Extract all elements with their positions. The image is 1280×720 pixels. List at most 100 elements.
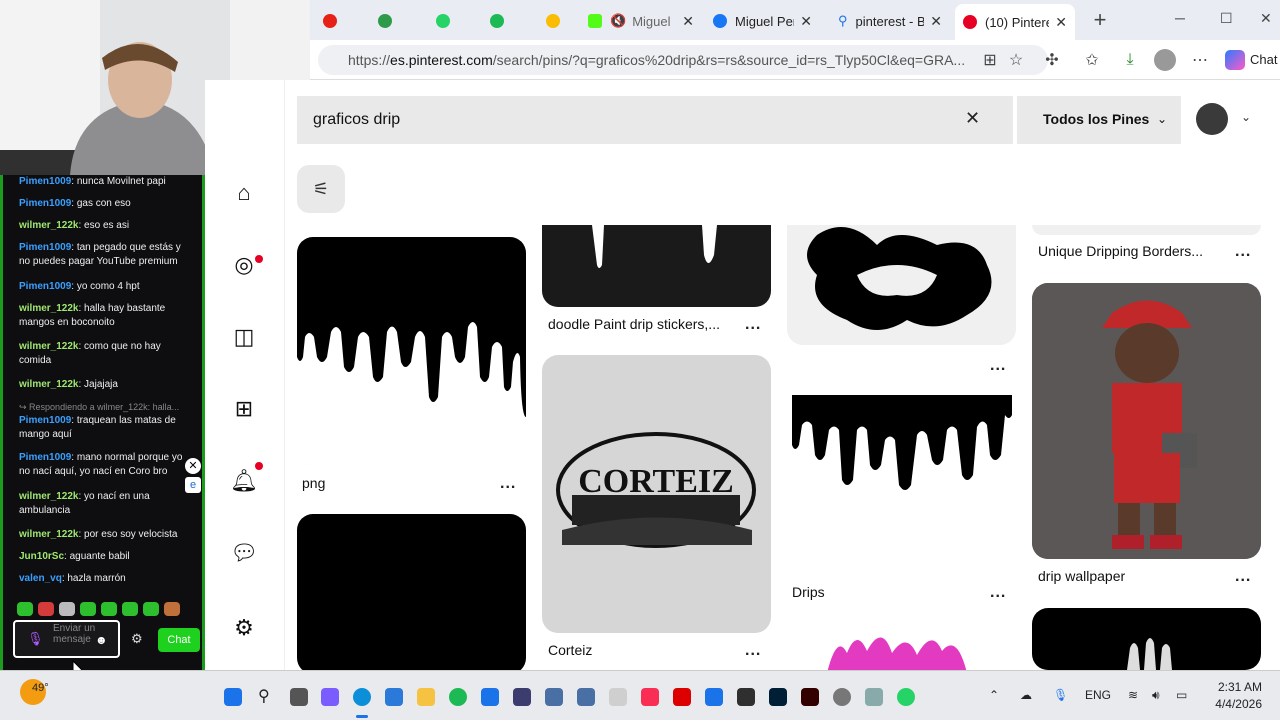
pin-image-corteiz[interactable]: CORTEIZ (542, 355, 771, 633)
home-icon[interactable]: ⌂ (229, 178, 259, 208)
onedrive-icon[interactable]: ☁ (1020, 688, 1032, 702)
music-icon[interactable] (641, 688, 659, 706)
security-icon[interactable] (481, 688, 499, 706)
app-icon[interactable] (609, 688, 627, 706)
chat-username[interactable]: Pimen1009 (19, 281, 71, 292)
pin-image-png[interactable] (297, 237, 526, 466)
more-options-icon[interactable]: ... (745, 642, 761, 660)
chat-username[interactable]: wilmer_122k (19, 491, 79, 502)
pin-image-doodle-drip[interactable] (542, 225, 771, 307)
app-icon[interactable] (577, 688, 595, 706)
app-icon[interactable] (513, 688, 531, 706)
acrobat-icon[interactable] (673, 688, 691, 706)
close-icon[interactable]: ✕ (682, 13, 694, 30)
pin-image-drips[interactable] (787, 385, 1016, 575)
pin-image-drip-wallpaper[interactable] (1032, 283, 1261, 559)
chat-username[interactable]: Pimen1009 (19, 242, 71, 253)
pin-type-dropdown[interactable]: Todos los Pines ⌄ (1017, 96, 1181, 144)
close-window-icon[interactable]: ✕ (1260, 10, 1272, 27)
chat-send-button[interactable]: Chat (158, 628, 200, 652)
wifi-icon[interactable]: ≋ (1128, 688, 1138, 702)
avatar[interactable] (1196, 103, 1228, 135)
task-view-icon[interactable] (290, 688, 308, 706)
new-tab-icon[interactable]: + (1088, 7, 1112, 32)
close-icon[interactable]: ✕ (930, 13, 942, 30)
tab-globe[interactable] (370, 6, 400, 36)
emoji-icon[interactable]: ☻ (95, 633, 108, 647)
bell-icon[interactable]: 🔔︎ (229, 466, 259, 496)
illustrator-icon[interactable] (801, 688, 819, 706)
emote-icon[interactable] (80, 602, 96, 616)
minimize-icon[interactable]: ─ (1175, 10, 1185, 26)
emote-icon[interactable] (164, 602, 180, 616)
chat-username[interactable]: wilmer_122k (19, 529, 79, 540)
microphone-icon[interactable]: 🎙︎ (27, 631, 44, 647)
chat-username[interactable]: wilmer_122k (19, 303, 79, 314)
pin-title[interactable]: drip wallpaper (1038, 568, 1125, 584)
gear-icon[interactable]: ⚙ (131, 631, 143, 647)
chat-username[interactable]: wilmer_122k (19, 220, 79, 231)
more-options-icon[interactable]: ... (990, 357, 1006, 375)
pin-image-splatter[interactable] (787, 225, 1016, 345)
file-explorer-icon[interactable] (417, 688, 435, 706)
pin-image-borders-top[interactable] (1032, 225, 1261, 235)
tab-youtube[interactable] (315, 6, 345, 36)
emote-icon[interactable] (17, 602, 33, 616)
app-icon[interactable] (545, 688, 563, 706)
search-input[interactable]: graficos drip (313, 111, 400, 129)
emote-icon[interactable] (38, 602, 54, 616)
pin-image-hands[interactable] (1032, 608, 1261, 670)
chevron-up-icon[interactable]: ⌃ (989, 688, 999, 702)
boards-icon[interactable]: ◫ (229, 322, 259, 352)
whatsapp-icon[interactable] (897, 688, 915, 706)
downloads-icon[interactable]: ⤓ (1120, 50, 1140, 70)
battery-icon[interactable]: ▭ (1176, 688, 1187, 702)
messages-icon[interactable]: 💬︎ (229, 538, 259, 568)
explore-icon[interactable]: ◎ (229, 250, 259, 280)
pin-title[interactable]: Unique Dripping Borders... (1038, 243, 1203, 259)
language-indicator[interactable]: ENG (1085, 688, 1111, 702)
muted-speaker-icon[interactable]: 🔇 (610, 13, 626, 29)
pin-title[interactable]: Corteiz (548, 642, 592, 658)
photoshop-icon[interactable] (769, 688, 787, 706)
tab-facebook[interactable]: Miguel Pern ✕ (705, 6, 820, 36)
pin-image-pink-flames[interactable] (787, 623, 1016, 673)
create-icon[interactable]: ⊞ (229, 394, 259, 424)
more-options-icon[interactable]: ... (1235, 568, 1251, 586)
favorites-icon[interactable]: ✩ (1082, 50, 1102, 70)
pin-title[interactable]: doodle Paint drip stickers,... (548, 316, 720, 332)
settings-icon[interactable]: ⚙ (229, 613, 259, 643)
chat-username[interactable]: wilmer_122k (19, 379, 79, 390)
chat-username[interactable]: Pimen1009 (19, 198, 71, 209)
clear-search-icon[interactable]: ✕ (965, 108, 980, 129)
copilot-label[interactable]: Chat (1250, 52, 1277, 67)
pin-image-black[interactable] (297, 514, 526, 674)
account-chevron-icon[interactable]: ⌄ (1241, 110, 1251, 124)
search-bar[interactable]: graficos drip ✕ (297, 96, 1013, 144)
extensions-icon[interactable]: ✣ (1042, 50, 1062, 70)
store-icon[interactable] (385, 688, 403, 706)
close-icon[interactable]: ✕ (1055, 14, 1067, 31)
more-options-icon[interactable]: ... (745, 316, 761, 334)
app-icon[interactable] (833, 688, 851, 706)
microphone-icon[interactable]: 🎙︎ (1053, 688, 1068, 702)
tab-whatsapp[interactable] (428, 6, 458, 36)
pin-title[interactable]: Drips (792, 584, 825, 600)
profile-icon[interactable] (1154, 49, 1176, 71)
more-menu-icon[interactable]: ⋯ (1190, 50, 1210, 70)
start-icon[interactable] (224, 688, 242, 706)
more-options-icon[interactable]: ... (500, 475, 516, 493)
app-icon[interactable]: ⊞ (980, 50, 1000, 70)
tab-spotify[interactable] (482, 6, 512, 36)
chat-username[interactable]: wilmer_122k (19, 341, 79, 352)
copilot-icon[interactable] (1225, 50, 1245, 70)
weather-temperature[interactable]: 49° (32, 682, 49, 694)
emote-icon[interactable] (59, 602, 75, 616)
calculator-icon[interactable] (705, 688, 723, 706)
clock-time[interactable]: 2:31 AM (1210, 680, 1262, 694)
filter-button[interactable]: ⚟ (297, 165, 345, 213)
tab-drive[interactable] (538, 6, 568, 36)
emote-icon[interactable] (143, 602, 159, 616)
emote-icon[interactable] (101, 602, 117, 616)
chat-username[interactable]: valen_vq (19, 573, 62, 584)
